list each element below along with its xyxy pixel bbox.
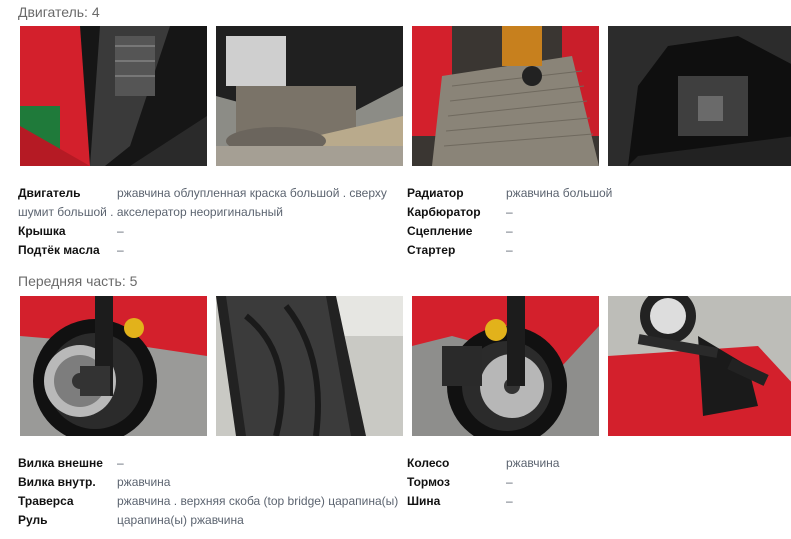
- front-photo-3[interactable]: [412, 296, 599, 436]
- value-triple-clamp: ржавчина . верхняя скоба (top bridge) ца…: [117, 494, 399, 508]
- front-photo-2[interactable]: [216, 296, 403, 436]
- front-photo-1[interactable]: [20, 296, 207, 436]
- label-oil-leak: Подтёк масла: [18, 243, 100, 257]
- label-tire: Шина: [407, 494, 441, 508]
- value-handlebar: царапина(ы) ржавчина: [117, 513, 244, 527]
- engine-photo-3[interactable]: [412, 26, 599, 166]
- value-tire: –: [506, 494, 513, 508]
- engine-photo-1[interactable]: [20, 26, 207, 166]
- label-clutch: Сцепление: [407, 224, 473, 238]
- value-cover: –: [117, 224, 124, 238]
- value-oil-leak: –: [117, 243, 124, 257]
- label-cover: Крышка: [18, 224, 66, 238]
- value-engine-cont: шумит большой . акселератор неоригинальн…: [18, 205, 283, 219]
- label-fork-outer: Вилка внешне: [18, 456, 103, 470]
- label-triple-clamp: Траверса: [18, 494, 74, 508]
- label-handlebar: Руль: [18, 513, 48, 527]
- value-engine: ржавчина облупленная краска большой . св…: [117, 186, 387, 200]
- value-carburetor: –: [506, 205, 513, 219]
- label-wheel: Колесо: [407, 456, 450, 470]
- value-clutch: –: [506, 224, 513, 238]
- label-fork-inner: Вилка внутр.: [18, 475, 96, 489]
- value-brake: –: [506, 475, 513, 489]
- label-engine: Двигатель: [18, 186, 81, 200]
- section-title-front: Передняя часть: 5: [18, 273, 138, 289]
- engine-photo-4[interactable]: [608, 26, 791, 166]
- label-radiator: Радиатор: [407, 186, 464, 200]
- label-carburetor: Карбюратор: [407, 205, 481, 219]
- value-fork-inner: ржавчина: [117, 475, 171, 489]
- label-brake: Тормоз: [407, 475, 450, 489]
- front-photo-4[interactable]: [608, 296, 791, 436]
- label-starter: Стартер: [407, 243, 456, 257]
- value-fork-outer: –: [117, 456, 124, 470]
- section-title-engine: Двигатель: 4: [18, 4, 100, 20]
- engine-photo-2[interactable]: [216, 26, 403, 166]
- value-radiator: ржавчина большой: [506, 186, 613, 200]
- value-wheel: ржавчина: [506, 456, 560, 470]
- value-starter: –: [506, 243, 513, 257]
